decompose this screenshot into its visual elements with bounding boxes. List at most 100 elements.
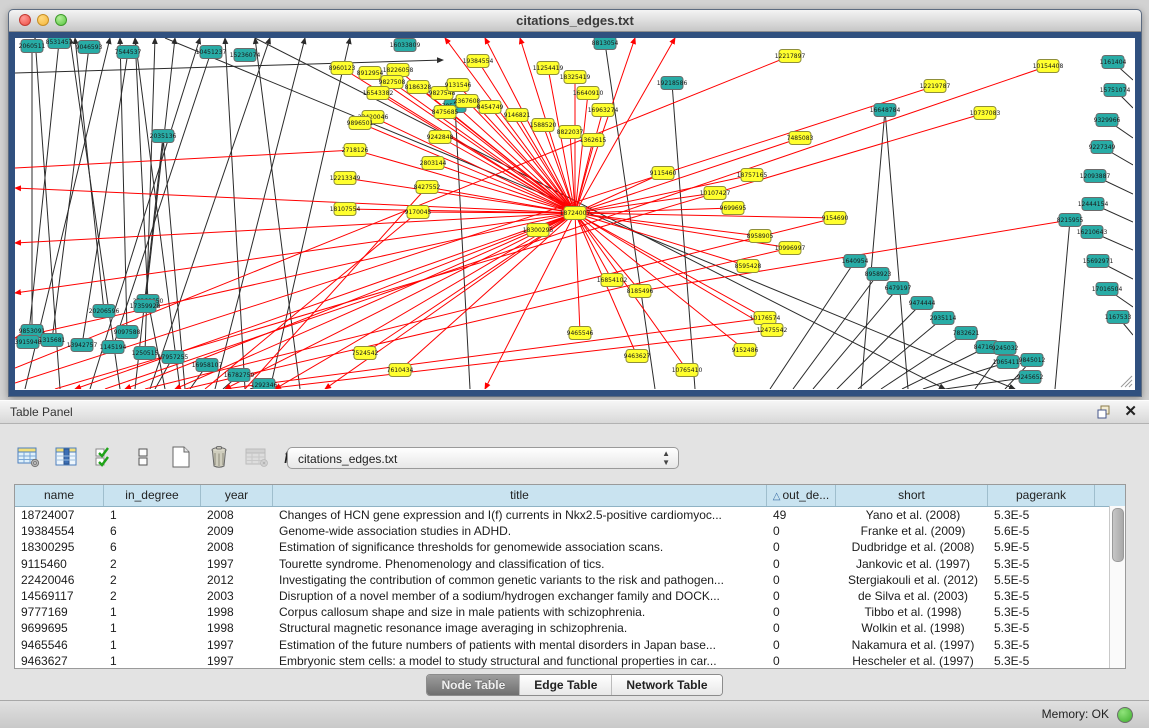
cell-year[interactable]: 2008 [201, 507, 273, 523]
graph-node[interactable]: 16640910 [573, 87, 604, 100]
graph-node[interactable]: 16854102 [597, 274, 628, 287]
graph-node[interactable]: 18757165 [737, 169, 768, 182]
cell-short[interactable]: Franke et al. (2009) [836, 523, 988, 539]
graph-node[interactable]: 1167533 [1105, 311, 1132, 324]
cell-pagerank[interactable]: 5.3E-5 [988, 604, 1095, 620]
citation-edge-red[interactable] [15, 56, 790, 368]
column-header-year[interactable]: year [201, 485, 273, 506]
float-panel-icon[interactable] [1097, 405, 1111, 419]
graph-node[interactable]: 9845012 [1019, 354, 1046, 367]
cell-out_de[interactable]: 49 [767, 507, 836, 523]
citation-edge-red[interactable] [15, 213, 575, 243]
graph-node[interactable]: 9463627 [624, 350, 651, 363]
graph-node[interactable]: 8185496 [627, 285, 654, 298]
cell-in_degree[interactable]: 6 [104, 523, 201, 539]
cell-name[interactable]: 18724007 [15, 507, 104, 523]
cell-pagerank[interactable]: 5.3E-5 [988, 637, 1095, 653]
cell-pagerank[interactable]: 5.3E-5 [988, 507, 1095, 523]
graph-node[interactable]: 8958905 [747, 230, 774, 243]
citation-edge-black[interactable] [90, 38, 200, 389]
citation-edge-black[interactable] [813, 288, 898, 389]
cell-name[interactable]: 19384554 [15, 523, 104, 539]
graph-node[interactable]: 9465546 [567, 327, 594, 340]
cell-short[interactable]: Yano et al. (2008) [836, 507, 988, 523]
citation-edge-red[interactable] [265, 330, 772, 389]
graph-node[interactable]: 9131546 [445, 79, 472, 92]
minimize-window-icon[interactable] [37, 14, 49, 26]
cell-short[interactable]: Nakamura et al. (1997) [836, 637, 988, 653]
network-canvas[interactable]: 2060511853145790465937544537104512371523… [15, 38, 1135, 390]
graph-node[interactable]: 9242848 [427, 131, 454, 144]
column-header-short[interactable]: short [836, 485, 988, 506]
graph-node[interactable]: 8475685 [432, 106, 459, 119]
cell-year[interactable]: 1997 [201, 556, 273, 572]
cell-pagerank[interactable]: 5.3E-5 [988, 620, 1095, 636]
citation-edge-red[interactable] [575, 208, 733, 213]
tab-network-table[interactable]: Network Table [611, 675, 721, 695]
graph-node[interactable]: 10107427 [700, 187, 731, 200]
citation-edge-red[interactable] [575, 213, 835, 218]
delete-rows-icon[interactable] [206, 444, 232, 470]
citation-edge-black[interactable] [70, 38, 120, 389]
graph-node[interactable]: 9245652 [1017, 371, 1044, 384]
cell-title[interactable]: Structural magnetic resonance image aver… [273, 620, 767, 636]
citation-edge-red[interactable] [225, 213, 575, 389]
table-settings-icon[interactable] [16, 444, 42, 470]
table-row[interactable]: 2242004622012Investigating the contribut… [15, 572, 1125, 588]
graph-node[interactable]: 12217897 [775, 50, 806, 63]
graph-node[interactable]: 13942757 [67, 339, 98, 352]
close-window-icon[interactable] [19, 14, 31, 26]
graph-node[interactable]: 8186328 [405, 81, 432, 94]
cell-year[interactable]: 1998 [201, 604, 273, 620]
graph-node[interactable]: 2035136 [150, 130, 177, 143]
table-row[interactable]: 1456911722003Disruption of a novel membe… [15, 588, 1125, 604]
resize-grip-icon[interactable] [1119, 374, 1133, 388]
cell-out_de[interactable]: 0 [767, 556, 836, 572]
cell-name[interactable]: 9699695 [15, 620, 104, 636]
cell-in_degree[interactable]: 1 [104, 620, 201, 636]
cell-short[interactable]: Dudbridge et al. (2008) [836, 539, 988, 555]
close-panel-icon[interactable]: ✕ [1124, 403, 1137, 421]
graph-node[interactable]: 16543382 [363, 87, 394, 100]
graph-node[interactable]: 18107554 [330, 203, 361, 216]
cell-year[interactable]: 2003 [201, 588, 273, 604]
citation-edge-black[interactable] [902, 347, 987, 389]
citation-edge-red[interactable] [575, 213, 748, 266]
graph-node[interactable]: 17016504 [1092, 283, 1123, 296]
graph-node[interactable]: 15236074 [230, 49, 261, 62]
cell-pagerank[interactable]: 5.3E-5 [988, 588, 1095, 604]
cell-out_de[interactable]: 0 [767, 539, 836, 555]
citation-edge-black[interactable] [150, 38, 270, 389]
citation-edge-red[interactable] [205, 212, 418, 389]
graph-node[interactable]: 12213349 [330, 172, 361, 185]
cell-name[interactable]: 22420046 [15, 572, 104, 588]
graph-node[interactable]: 8813054 [592, 38, 619, 50]
column-header-in_degree[interactable]: in_degree [104, 485, 201, 506]
table-row[interactable]: 1938455462009Genome-wide association stu… [15, 523, 1125, 539]
citation-edge-black[interactable] [135, 38, 180, 389]
graph-node[interactable]: 8427552 [414, 181, 441, 194]
cell-pagerank[interactable]: 5.9E-5 [988, 539, 1095, 555]
graph-node[interactable]: 10737083 [970, 107, 1001, 120]
cell-title[interactable]: Tourette syndrome. Phenomenology and cla… [273, 556, 767, 572]
select-columns-icon[interactable] [92, 444, 118, 470]
citation-edge-red[interactable] [55, 113, 985, 389]
cell-name[interactable]: 9777169 [15, 604, 104, 620]
graph-node[interactable]: 2718126 [342, 144, 369, 157]
cell-short[interactable]: Tibbo et al. (1998) [836, 604, 988, 620]
citation-edge-black[interactable] [605, 43, 655, 389]
graph-node[interactable]: 8531457 [46, 38, 73, 49]
cell-out_de[interactable]: 0 [767, 523, 836, 539]
graph-node[interactable]: 9699695 [720, 202, 747, 215]
table-row[interactable]: 946554611997Estimation of the future num… [15, 637, 1125, 653]
graph-node[interactable]: 9227349 [1089, 141, 1116, 154]
delete-table-icon[interactable] [244, 444, 270, 470]
graph-node[interactable]: 1292346 [251, 379, 278, 390]
cell-in_degree[interactable]: 6 [104, 539, 201, 555]
citation-edge-red[interactable] [575, 38, 675, 213]
graph-node[interactable]: 16782759 [224, 369, 255, 382]
graph-node[interactable]: 19384554 [463, 55, 494, 68]
cell-pagerank[interactable]: 5.6E-5 [988, 523, 1095, 539]
tab-edge-table[interactable]: Edge Table [519, 675, 611, 695]
graph-node[interactable]: 17359928 [130, 300, 161, 313]
